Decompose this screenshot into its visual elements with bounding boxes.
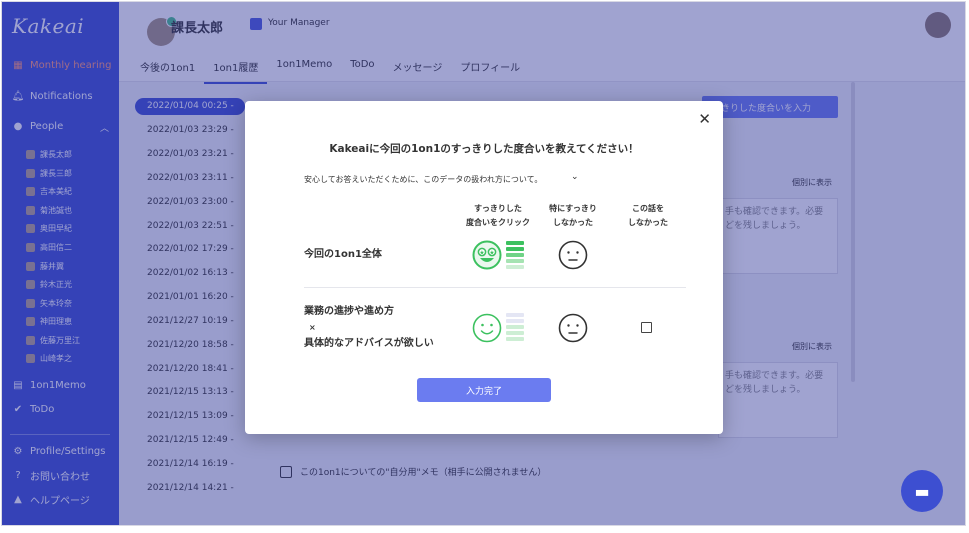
topic-cross: ×: [309, 323, 316, 332]
column-header-rate: すっきりした 度合いをクリック: [458, 202, 538, 230]
submit-button[interactable]: 入力完了: [417, 378, 551, 402]
column-header-not-refreshed: 特にすっきり しなかった: [533, 202, 613, 230]
column-header-line: しなかった: [628, 218, 668, 227]
row-label-topic: 業務の進捗や進め方 × 具体的なアドバイスが欲しい: [304, 304, 434, 352]
column-header-not-discussed: この話を しなかった: [608, 202, 688, 230]
close-icon[interactable]: ✕: [698, 110, 711, 128]
very-happy-face-icon[interactable]: ★ ★: [472, 240, 502, 270]
chat-button[interactable]: ▬: [901, 470, 943, 512]
chat-icon: ▬: [914, 481, 930, 501]
happy-face-icon[interactable]: [472, 313, 502, 343]
column-header-line: この話を: [632, 204, 664, 213]
chevron-down-icon[interactable]: ⌄: [571, 172, 579, 182]
neutral-face-icon[interactable]: [558, 313, 588, 343]
svg-text:★: ★: [479, 249, 484, 256]
satisfaction-modal: ✕ Kakeaiに今回の1on1のすっきりした度合いを教えてください！ 安心して…: [245, 101, 723, 434]
modal-title: Kakeaiに今回の1on1のすっきりした度合いを教えてください！: [329, 143, 639, 155]
column-header-line: すっきりした: [474, 204, 522, 213]
column-header-line: 特にすっきり: [549, 204, 597, 213]
level-bars[interactable]: [506, 241, 524, 271]
app-window: Kakeai ▦ Monthly hearing 🔔︎ Notification…: [2, 2, 965, 525]
neutral-face-icon[interactable]: [558, 240, 588, 270]
column-header-line: 度合いをクリック: [466, 218, 530, 227]
level-bars[interactable]: [506, 313, 524, 343]
divider: [304, 287, 686, 288]
topic-line: 業務の進捗や進め方: [304, 306, 394, 317]
topic-line: 具体的なアドバイスが欲しい: [304, 338, 434, 349]
svg-text:★: ★: [489, 249, 494, 256]
column-header-line: しなかった: [553, 218, 593, 227]
row-label-overall: 今回の1on1全体: [304, 249, 382, 260]
not-discussed-checkbox[interactable]: [641, 322, 652, 333]
data-usage-note[interactable]: 安心してお答えいただくために、このデータの扱われ方について。: [304, 174, 542, 185]
